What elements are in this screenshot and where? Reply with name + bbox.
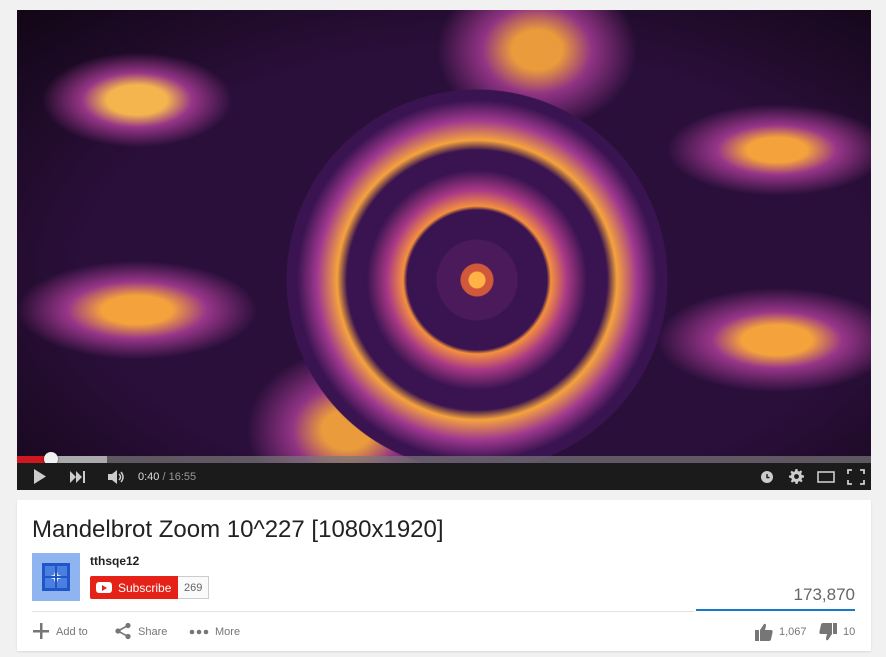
like-button[interactable]: 1,067 — [755, 622, 807, 642]
duration: 16:55 — [168, 470, 197, 483]
play-icon — [33, 469, 47, 484]
progress-bar[interactable] — [17, 452, 871, 466]
dislike-count: 10 — [843, 626, 856, 638]
add-to-label: Add to — [56, 626, 88, 638]
fullscreen-icon — [847, 468, 865, 485]
subscribe-label: Subscribe — [118, 580, 172, 595]
channel-avatar[interactable] — [32, 553, 80, 601]
time-display: 0:40 / 16:55 — [138, 463, 196, 490]
more-button[interactable]: More — [189, 622, 240, 642]
youtube-logo-icon — [96, 582, 112, 593]
current-time: 0:40 — [138, 470, 160, 483]
time-separator: / — [159, 470, 169, 483]
volume-icon — [108, 469, 128, 484]
like-count: 1,067 — [779, 626, 807, 638]
share-icon — [114, 622, 138, 643]
view-count: 173,870 — [793, 585, 855, 604]
clock-icon — [761, 470, 773, 483]
video-player[interactable]: 0:40 / 16:55 — [17, 10, 871, 490]
divider — [32, 611, 694, 612]
dots-icon — [189, 626, 215, 638]
next-icon — [70, 470, 86, 483]
dislike-button[interactable]: 10 — [819, 622, 855, 642]
subscriber-count: 269 — [178, 576, 210, 599]
plus-icon — [32, 622, 56, 643]
avatar-logo-icon — [42, 563, 70, 591]
play-button[interactable] — [27, 463, 53, 490]
player-controls: 0:40 / 16:55 — [17, 463, 871, 490]
video-info-panel: Mandelbrot Zoom 10^227 [1080x1920] tthsq… — [17, 500, 871, 651]
theater-mode-icon — [817, 470, 835, 483]
thumbs-down-icon — [819, 623, 843, 641]
settings-button[interactable] — [786, 463, 806, 490]
video-title: Mandelbrot Zoom 10^227 [1080x1920] — [32, 516, 444, 543]
video-frame-mandelbrot[interactable] — [17, 10, 871, 465]
fullscreen-button[interactable] — [845, 463, 867, 490]
more-label: More — [215, 626, 241, 638]
thumbs-up-icon — [755, 623, 779, 641]
like-dislike-ratio-bar — [696, 609, 855, 611]
theater-mode-button[interactable] — [815, 463, 837, 490]
watch-later-button[interactable] — [757, 463, 777, 490]
subscribe-button[interactable]: Subscribe — [90, 576, 178, 599]
share-label: Share — [138, 626, 168, 638]
channel-name[interactable]: tthsqe12 — [90, 554, 139, 568]
share-button[interactable]: Share — [114, 622, 167, 642]
volume-button[interactable] — [105, 463, 131, 490]
add-to-button[interactable]: Add to — [32, 622, 88, 642]
next-button[interactable] — [65, 463, 91, 490]
gear-icon — [788, 469, 804, 484]
